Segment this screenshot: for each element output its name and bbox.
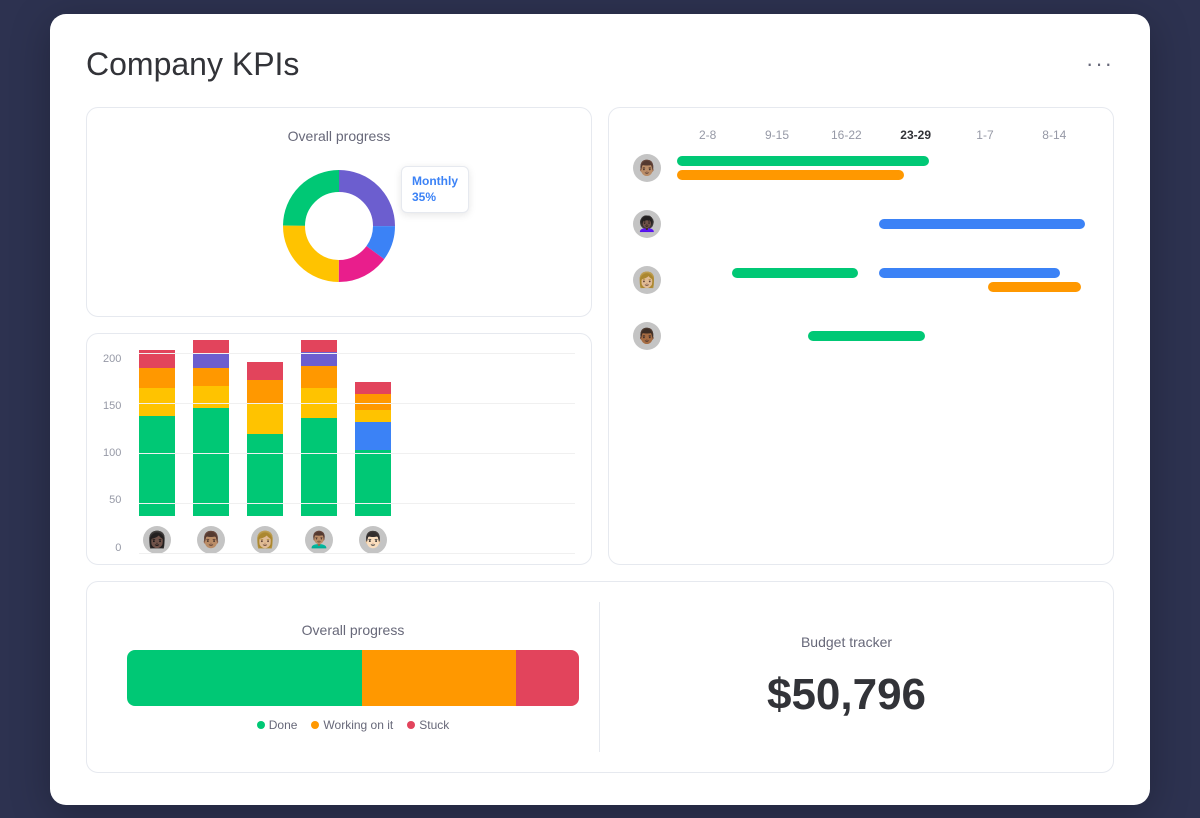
y-label-0: 0: [115, 543, 121, 554]
gantt-col-label: 1-7: [950, 128, 1019, 142]
bar-segment: [355, 410, 391, 422]
gantt-col-label: 8-14: [1020, 128, 1089, 142]
bar-group: 👨🏽: [193, 340, 229, 554]
progress-legend: Done Working on it Stuck: [127, 718, 579, 732]
bar-avatar: 👨🏻: [359, 526, 387, 554]
bar-segment: [193, 354, 229, 368]
bar-segment: [193, 408, 229, 516]
bar-group: 👨🏽‍🦱: [301, 340, 337, 554]
bar-group: 👨🏻: [355, 382, 391, 554]
donut-svg: [269, 156, 409, 296]
budget-title: Budget tracker: [801, 634, 892, 650]
bar-stack: [301, 340, 337, 516]
bar-segment: [355, 382, 391, 394]
gantt-bar: [808, 331, 926, 341]
bar-chart-card: 200 150 100 50 0 👩🏿 👨🏽 👩🏼 👨🏽‍🦱 👨🏻: [86, 333, 592, 565]
bar-stack: [247, 362, 283, 516]
donut-card-title: Overall progress: [107, 128, 571, 144]
gantt-row: 👨🏾: [633, 322, 1089, 350]
bar-segment: [247, 434, 283, 516]
gantt-avatar: 👩🏿‍🦱: [633, 210, 661, 238]
bar-segment: [301, 366, 337, 388]
bar-segment: [355, 450, 391, 516]
bar-stack: [355, 382, 391, 516]
donut-chart: Monthly 35%: [269, 156, 409, 296]
bar-avatar: 👨🏽‍🦱: [305, 526, 333, 554]
gantt-col-label: 2-8: [673, 128, 742, 142]
gantt-row: 👩🏿‍🦱: [633, 210, 1089, 238]
donut-section: Monthly 35%: [107, 156, 571, 296]
gantt-row: 👨🏽: [633, 154, 1089, 182]
bar-segment: [355, 422, 391, 450]
bar-segment: [193, 340, 229, 354]
bar-avatar: 👩🏼: [251, 526, 279, 554]
bar-segment: [355, 394, 391, 410]
legend-working: Working on it: [311, 718, 393, 732]
y-axis-labels: 200 150 100 50 0: [103, 354, 121, 554]
gantt-bar: [879, 268, 1060, 278]
progress-bottom-card: Overall progress Done Working on it Stuc…: [107, 602, 600, 752]
y-label-200: 200: [103, 354, 121, 365]
gantt-bar: [988, 282, 1080, 292]
bar-chart-area: 200 150 100 50 0 👩🏿 👨🏽 👩🏼 👨🏽‍🦱 👨🏻: [103, 354, 575, 554]
donut-tooltip: Monthly 35%: [401, 166, 469, 214]
gantt-bars-area: [669, 266, 1089, 294]
gantt-bars-area: [669, 210, 1089, 238]
bar-segment: [301, 352, 337, 366]
dashboard: Company KPIs ··· Overall progress: [50, 14, 1150, 805]
y-label-100: 100: [103, 448, 121, 459]
gantt-col-label: 16-22: [812, 128, 881, 142]
progress-bottom-title: Overall progress: [127, 622, 579, 638]
bar-segment: [247, 404, 283, 434]
gantt-col-label: 9-15: [742, 128, 811, 142]
gantt-bar: [677, 170, 904, 180]
gantt-avatar: 👩🏼: [633, 266, 661, 294]
bottom-card: Overall progress Done Working on it Stuc…: [86, 581, 1114, 773]
bar-segment: [139, 416, 175, 516]
bar-group: 👩🏿: [139, 350, 175, 554]
budget-value: $50,796: [767, 670, 926, 720]
bar-segment: [139, 350, 175, 368]
bar-segment: [193, 386, 229, 408]
donut-card: Overall progress: [86, 107, 592, 317]
gantt-card: 2-89-1516-2223-291-78-14 👨🏽 👩🏿‍🦱 👩🏼 👨🏾: [608, 107, 1114, 565]
gantt-bar: [677, 156, 929, 166]
bar-segment: [301, 340, 337, 352]
budget-card: Budget tracker $50,796: [600, 602, 1093, 752]
gantt-bar: [879, 219, 1085, 229]
header: Company KPIs ···: [86, 46, 1114, 83]
bar-segment: [301, 418, 337, 516]
bar-segment: [247, 380, 283, 404]
bar-segment: [193, 368, 229, 386]
bar-segment: [247, 362, 283, 380]
progress-working: [362, 650, 516, 706]
gantt-row: 👩🏼: [633, 266, 1089, 294]
bar-segment: [139, 368, 175, 388]
gantt-bar: [732, 268, 858, 278]
progress-bar-stacked: [127, 650, 579, 706]
legend-done: Done: [257, 718, 298, 732]
bar-avatar: 👩🏿: [143, 526, 171, 554]
bar-stack: [139, 350, 175, 516]
progress-done: [127, 650, 362, 706]
gantt-avatar: 👨🏾: [633, 322, 661, 350]
bar-segment: [139, 388, 175, 416]
more-menu-button[interactable]: ···: [1086, 51, 1114, 77]
gantt-col-label: 23-29: [881, 128, 950, 142]
main-grid: Overall progress: [86, 107, 1114, 773]
legend-stuck: Stuck: [407, 718, 449, 732]
gantt-header: 2-89-1516-2223-291-78-14: [633, 128, 1089, 142]
y-label-150: 150: [103, 401, 121, 412]
bar-segment: [301, 388, 337, 418]
y-label-50: 50: [109, 495, 121, 506]
gantt-bars-area: [669, 154, 1089, 182]
progress-stuck: [516, 650, 579, 706]
gantt-bars-area: [669, 322, 1089, 350]
gantt-avatar: 👨🏽: [633, 154, 661, 182]
bar-avatar: 👨🏽: [197, 526, 225, 554]
gantt-rows: 👨🏽 👩🏿‍🦱 👩🏼 👨🏾: [633, 154, 1089, 364]
page-title: Company KPIs: [86, 46, 299, 83]
bar-group: 👩🏼: [247, 362, 283, 554]
bar-stack: [193, 340, 229, 516]
